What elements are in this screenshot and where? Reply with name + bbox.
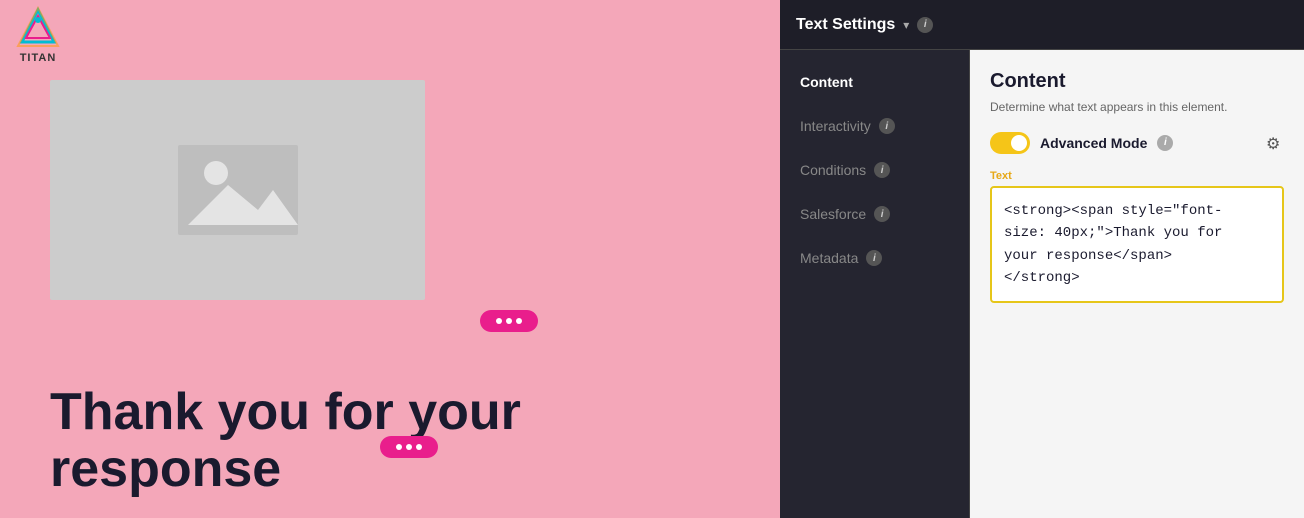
- sidebar-item-content-label: Content: [800, 74, 853, 90]
- panel-content: Content Determine what text appears in t…: [970, 50, 1304, 518]
- chat-bubble-1: [480, 310, 538, 332]
- panel-body: Content Interactivity i Conditions i Sal…: [780, 50, 1304, 518]
- image-placeholder: [50, 80, 425, 300]
- sidebar-item-metadata-label: Metadata: [800, 250, 858, 266]
- chat-bubble-2: [380, 436, 438, 458]
- sidebar-item-salesforce[interactable]: Salesforce i: [780, 192, 969, 236]
- metadata-info-icon[interactable]: i: [866, 250, 882, 266]
- gear-icon[interactable]: ⚙: [1266, 134, 1284, 152]
- titan-logo-icon: [16, 6, 60, 50]
- conditions-info-icon[interactable]: i: [874, 162, 890, 178]
- sidebar-item-interactivity-label: Interactivity: [800, 118, 871, 134]
- content-description: Determine what text appears in this elem…: [990, 99, 1284, 116]
- advanced-mode-toggle[interactable]: [990, 132, 1030, 154]
- advanced-mode-info-icon[interactable]: i: [1157, 135, 1173, 151]
- sidebar-item-content[interactable]: Content: [780, 60, 969, 104]
- sidebar-item-interactivity[interactable]: Interactivity i: [780, 104, 969, 148]
- interactivity-info-icon[interactable]: i: [879, 118, 895, 134]
- canvas-topbar: TITAN: [0, 0, 780, 70]
- content-title: Content: [990, 70, 1284, 93]
- sidebar-item-conditions-label: Conditions: [800, 162, 866, 178]
- settings-info-icon[interactable]: i: [917, 17, 933, 33]
- advanced-mode-row: Advanced Mode i ⚙: [990, 132, 1284, 154]
- advanced-mode-label: Advanced Mode: [1040, 135, 1147, 151]
- settings-header: Text Settings ▾ i: [780, 0, 1304, 50]
- right-panel: Text Settings ▾ i Content Interactivity …: [780, 0, 1304, 518]
- settings-title: Text Settings: [796, 16, 895, 34]
- sidebar-item-conditions[interactable]: Conditions i: [780, 148, 969, 192]
- sidebar-item-metadata[interactable]: Metadata i: [780, 236, 969, 280]
- logo-text: TITAN: [20, 52, 57, 64]
- chevron-down-icon[interactable]: ▾: [903, 18, 909, 32]
- thank-you-text: Thank you for your response: [0, 374, 571, 508]
- text-editor-label: Text: [990, 170, 1284, 182]
- sidebar-item-salesforce-label: Salesforce: [800, 206, 866, 222]
- text-editor-box[interactable]: <strong><span style="font-size: 40px;">T…: [990, 186, 1284, 304]
- salesforce-info-icon[interactable]: i: [874, 206, 890, 222]
- canvas-area: TITAN Thank you for your response: [0, 0, 780, 518]
- panel-nav: Content Interactivity i Conditions i Sal…: [780, 50, 970, 518]
- logo-container: TITAN: [16, 6, 60, 64]
